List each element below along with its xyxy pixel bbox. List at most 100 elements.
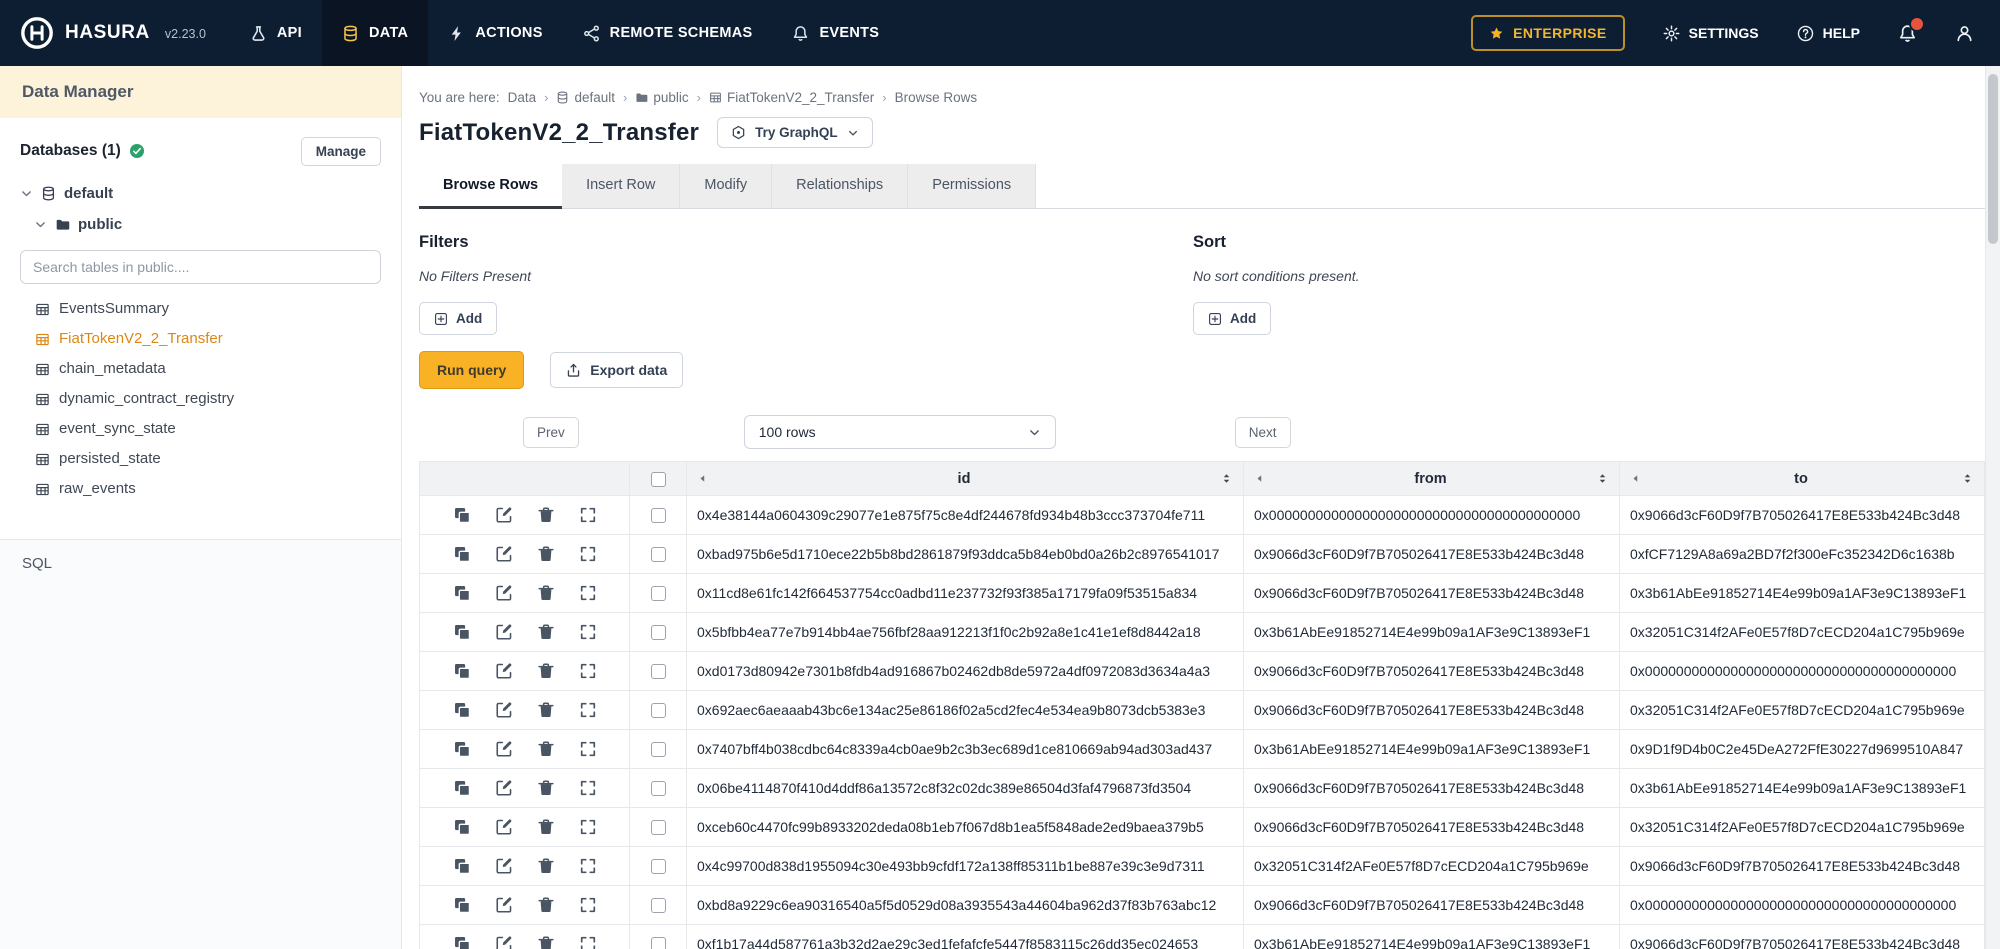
caret-left-icon[interactable] <box>697 473 708 484</box>
delete-row-button[interactable] <box>537 506 555 524</box>
clone-row-button[interactable] <box>453 740 471 758</box>
chevron-down-icon[interactable] <box>20 187 33 200</box>
clone-row-button[interactable] <box>453 584 471 602</box>
tab-modify[interactable]: Modify <box>680 164 772 208</box>
clone-row-button[interactable] <box>453 545 471 563</box>
expand-row-button[interactable] <box>579 935 597 949</box>
sidebar-table-raw-events[interactable]: raw_events <box>14 474 387 504</box>
sidebar-table-eventssummary[interactable]: EventsSummary <box>14 294 387 324</box>
tab-relationships[interactable]: Relationships <box>772 164 908 208</box>
caret-left-icon[interactable] <box>1630 473 1641 484</box>
nav-item-api[interactable]: API <box>230 0 322 66</box>
clone-row-button[interactable] <box>453 506 471 524</box>
sidebar-table-event-sync-state[interactable]: event_sync_state <box>14 414 387 444</box>
delete-row-button[interactable] <box>537 935 555 949</box>
expand-row-button[interactable] <box>579 818 597 836</box>
edit-row-button[interactable] <box>495 818 513 836</box>
row-checkbox[interactable] <box>651 664 666 679</box>
sort-icon[interactable] <box>1596 472 1609 485</box>
delete-row-button[interactable] <box>537 896 555 914</box>
enterprise-button[interactable]: ENTERPRISE <box>1471 15 1624 51</box>
clone-row-button[interactable] <box>453 701 471 719</box>
expand-row-button[interactable] <box>579 740 597 758</box>
tab-permissions[interactable]: Permissions <box>908 164 1036 208</box>
column-header-id[interactable]: id <box>687 462 1244 496</box>
clone-row-button[interactable] <box>453 896 471 914</box>
delete-row-button[interactable] <box>537 623 555 641</box>
sort-icon[interactable] <box>1220 472 1233 485</box>
edit-row-button[interactable] <box>495 935 513 949</box>
export-data-button[interactable]: Export data <box>550 352 683 388</box>
nav-item-actions[interactable]: ACTIONS <box>428 0 562 66</box>
next-page-button[interactable]: Next <box>1235 417 1291 448</box>
sidebar-table-dynamic-contract-registry[interactable]: dynamic_contract_registry <box>14 384 387 414</box>
expand-row-button[interactable] <box>579 545 597 563</box>
row-checkbox[interactable] <box>651 586 666 601</box>
edit-row-button[interactable] <box>495 740 513 758</box>
clone-row-button[interactable] <box>453 818 471 836</box>
edit-row-button[interactable] <box>495 545 513 563</box>
nav-item-events[interactable]: EVENTS <box>772 0 899 66</box>
delete-row-button[interactable] <box>537 857 555 875</box>
scrollbar-thumb[interactable] <box>1988 74 1998 244</box>
row-checkbox[interactable] <box>651 625 666 640</box>
breadcrumb-item-public[interactable]: public <box>635 90 688 105</box>
clone-row-button[interactable] <box>453 779 471 797</box>
delete-row-button[interactable] <box>537 701 555 719</box>
try-graphql-button[interactable]: Try GraphQL <box>717 117 873 148</box>
expand-row-button[interactable] <box>579 662 597 680</box>
breadcrumb-item-fiattokenv2-2-transfer[interactable]: FiatTokenV2_2_Transfer <box>709 90 874 105</box>
row-checkbox[interactable] <box>651 703 666 718</box>
expand-row-button[interactable] <box>579 623 597 641</box>
sidebar-table-persisted-state[interactable]: persisted_state <box>14 444 387 474</box>
row-checkbox[interactable] <box>651 937 666 949</box>
row-checkbox[interactable] <box>651 898 666 913</box>
user-menu-button[interactable] <box>1955 24 1974 43</box>
sort-icon[interactable] <box>1961 472 1974 485</box>
edit-row-button[interactable] <box>495 623 513 641</box>
row-checkbox[interactable] <box>651 859 666 874</box>
edit-row-button[interactable] <box>495 896 513 914</box>
tab-insert-row[interactable]: Insert Row <box>562 164 680 208</box>
settings-button[interactable]: SETTINGS <box>1663 25 1759 42</box>
expand-row-button[interactable] <box>579 779 597 797</box>
sql-section[interactable]: SQL <box>0 539 401 949</box>
tree-node-public[interactable]: public <box>14 209 387 240</box>
edit-row-button[interactable] <box>495 662 513 680</box>
expand-row-button[interactable] <box>579 701 597 719</box>
expand-row-button[interactable] <box>579 584 597 602</box>
vertical-scrollbar[interactable] <box>1985 66 2000 949</box>
row-checkbox[interactable] <box>651 508 666 523</box>
delete-row-button[interactable] <box>537 818 555 836</box>
breadcrumb-item-default[interactable]: default <box>556 90 615 105</box>
expand-row-button[interactable] <box>579 896 597 914</box>
notifications-button[interactable] <box>1898 24 1917 43</box>
row-checkbox[interactable] <box>651 781 666 796</box>
expand-row-button[interactable] <box>579 506 597 524</box>
table-search-input[interactable] <box>20 250 381 284</box>
tab-browse-rows[interactable]: Browse Rows <box>419 164 562 209</box>
breadcrumb-item-data[interactable]: Data <box>508 90 537 105</box>
delete-row-button[interactable] <box>537 662 555 680</box>
edit-row-button[interactable] <box>495 779 513 797</box>
edit-row-button[interactable] <box>495 506 513 524</box>
delete-row-button[interactable] <box>537 740 555 758</box>
breadcrumb-item-browse-rows[interactable]: Browse Rows <box>895 90 978 105</box>
row-checkbox[interactable] <box>651 547 666 562</box>
row-checkbox[interactable] <box>651 820 666 835</box>
clone-row-button[interactable] <box>453 935 471 949</box>
run-query-button[interactable]: Run query <box>419 351 524 389</box>
nav-item-remote-schemas[interactable]: REMOTE SCHEMAS <box>563 0 773 66</box>
add-filter-button[interactable]: Add <box>419 302 497 335</box>
prev-page-button[interactable]: Prev <box>523 417 579 448</box>
delete-row-button[interactable] <box>537 779 555 797</box>
row-checkbox[interactable] <box>651 742 666 757</box>
manage-button[interactable]: Manage <box>301 137 381 166</box>
edit-row-button[interactable] <box>495 857 513 875</box>
clone-row-button[interactable] <box>453 662 471 680</box>
edit-row-button[interactable] <box>495 701 513 719</box>
nav-item-data[interactable]: DATA <box>322 0 428 66</box>
chevron-down-icon[interactable] <box>34 218 47 231</box>
sidebar-table-fiattokenv2-2-transfer[interactable]: FiatTokenV2_2_Transfer <box>14 324 387 354</box>
edit-row-button[interactable] <box>495 584 513 602</box>
